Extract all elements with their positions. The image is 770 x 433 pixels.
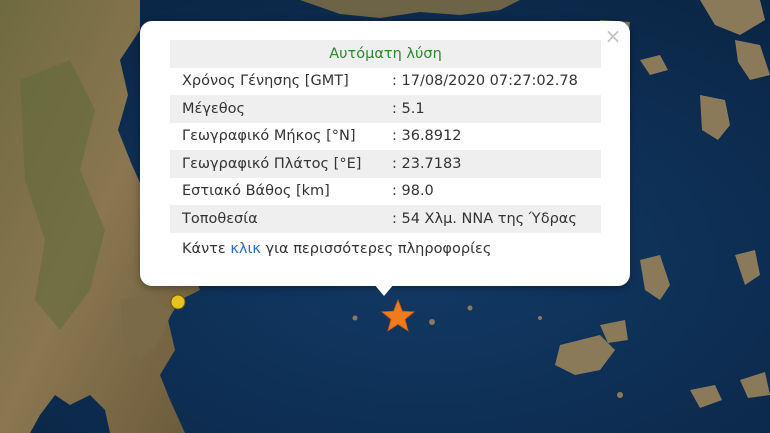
earthquake-info-table: Αυτόματη λύση Χρόνος Γένησης [GMT] : 17/… [170, 40, 601, 233]
longitude-label: Γεωγραφικό Πλάτος [°E] [170, 150, 390, 178]
latitude-label: Γεωγραφικό Μήκος [°N] [182, 128, 356, 145]
depth-label: Εστιακό Βάθος [km] [182, 183, 330, 200]
more-info-line: Κάντε κλικ για περισσότερες πληροφορίες [182, 241, 491, 257]
latitude-value: : 36.8912 [392, 128, 462, 145]
table-row: Τοποθεσία : 54 Χλμ. ΝΝΑ της Ύδρας [170, 205, 601, 233]
magnitude-label: Μέγεθος [170, 95, 390, 123]
table-row: Εστιακό Βάθος [km] : 98.0 [170, 178, 601, 206]
table-row: Γεωγραφικό Πλάτος [°E] : 23.7183 [170, 150, 601, 178]
more-info-prefix: Κάντε [182, 241, 231, 257]
origin-time-value: : 17/08/2020 07:27:02.78 [392, 73, 578, 90]
islet [429, 319, 435, 325]
magnitude-value: : 5.1 [390, 95, 601, 123]
circle-marker-icon[interactable] [170, 294, 186, 310]
popup-title: Αυτόματη λύση [170, 40, 601, 68]
islet [467, 305, 473, 311]
earthquake-info-popup: × Αυτόματη λύση Χρόνος Γένησης [GMT] : 1… [140, 21, 630, 286]
longitude-value: : 23.7183 [390, 150, 601, 178]
more-info-suffix: για περισσότερες πληροφορίες [260, 241, 492, 257]
popup-pointer [374, 284, 394, 296]
table-row: Μέγεθος : 5.1 [170, 95, 601, 123]
more-info-link[interactable]: κλικ [230, 241, 261, 257]
depth-value: : 98.0 [392, 183, 434, 200]
islet [617, 392, 623, 398]
islet [352, 315, 358, 321]
origin-time-label: Χρόνος Γένησης [GMT] [182, 73, 349, 90]
table-row: Γεωγραφικό Μήκος [°N] : 36.8912 [170, 123, 601, 151]
close-icon[interactable]: × [604, 26, 622, 46]
location-value: : 54 Χλμ. ΝΝΑ της Ύδρας [390, 205, 601, 233]
table-row: Χρόνος Γένησης [GMT] : 17/08/2020 07:27:… [170, 68, 601, 96]
location-label: Τοποθεσία [170, 205, 390, 233]
islet [538, 316, 542, 320]
table-row: Αυτόματη λύση [170, 40, 601, 68]
